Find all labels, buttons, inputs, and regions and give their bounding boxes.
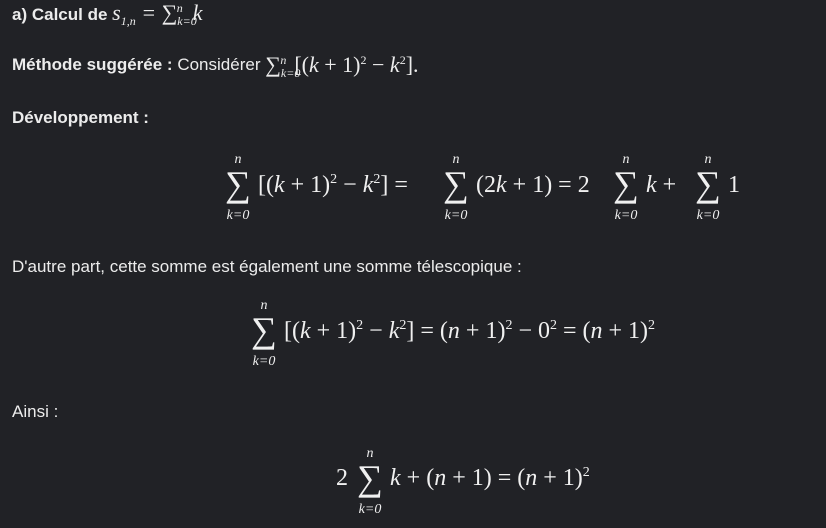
section-heading-prefix: a) Calcul de — [12, 5, 108, 24]
eq3-prefix: 2 — [336, 465, 348, 491]
eq3-sum-lower: k=0 — [358, 502, 382, 517]
development-label: Développement : — [12, 108, 149, 127]
eq1-sum1-lower: k=0 — [226, 208, 250, 223]
eq1-part3: k + — [646, 172, 677, 198]
eq1-sum3-lower: k=0 — [614, 208, 638, 223]
method-label: Méthode suggérée : — [12, 55, 173, 74]
eq1-part2: (2k + 1) = 2 — [476, 172, 590, 198]
eq2-sum-lower: k=0 — [252, 354, 276, 369]
telescopic-text: D'autre part, cette somme est également … — [12, 257, 522, 276]
method-line: Méthode suggérée : Considérer ∑k=0n [(k +… — [12, 52, 419, 81]
section-heading-formula: s1,n = ∑k=0n k — [112, 0, 203, 28]
section-heading: a) Calcul de s1,n = ∑k=0n k — [12, 0, 202, 29]
eq1-sum4-lower: k=0 — [696, 208, 720, 223]
eq1-part4: 1 — [728, 172, 740, 198]
method-text: Considérer — [177, 55, 261, 74]
eq1-sum2-lower: k=0 — [444, 208, 468, 223]
eq1-part1: [(k + 1)2 − k2] = — [258, 172, 408, 198]
eq3-text: k + (n + 1) = (n + 1)2 — [390, 465, 590, 491]
method-formula: ∑k=0n [(k + 1)2 − k2]. — [265, 52, 419, 80]
eq2-text: [(k + 1)2 − k2] = (n + 1)2 − 02 = (n + 1… — [284, 318, 656, 344]
ainsi-text: Ainsi : — [12, 402, 59, 421]
